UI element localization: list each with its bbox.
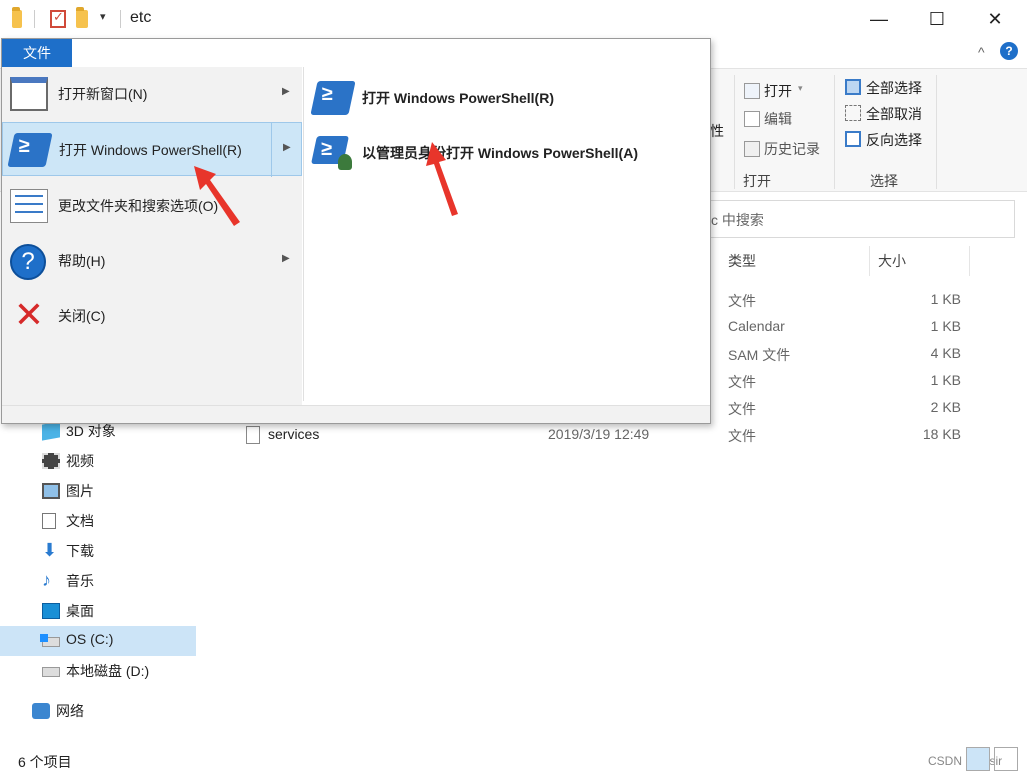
- file-icon: [246, 426, 260, 444]
- status-item-count: 6 个项目: [18, 754, 72, 770]
- customize-toolbar-icon[interactable]: ▾: [100, 10, 106, 23]
- nav-item-documents[interactable]: 文档: [0, 506, 196, 536]
- annotation-arrow-2: [426, 142, 458, 216]
- invert-selection-button[interactable]: 反向选择: [866, 130, 922, 150]
- edit-button[interactable]: 编辑: [764, 109, 792, 129]
- chevron-down-icon[interactable]: ▾: [798, 83, 803, 94]
- file-menu-footer: [2, 405, 710, 423]
- divider: [34, 10, 35, 28]
- chevron-right-icon: ▶: [282, 253, 290, 264]
- file-date: 2019/3/19 12:49: [548, 426, 650, 442]
- file-type: SAM 文件: [728, 347, 791, 363]
- menu-item-open-powershell-sub[interactable]: 打开 Windows PowerShell(R): [304, 71, 709, 125]
- file-size: 4 KB: [930, 345, 961, 361]
- tab-file[interactable]: 文件: [2, 39, 72, 67]
- search-placeholder: c 中搜索: [711, 212, 764, 228]
- file-type: 文件: [728, 293, 756, 309]
- file-name[interactable]: services: [268, 426, 319, 442]
- file-size: 18 KB: [922, 426, 961, 442]
- drive-icon: [42, 667, 60, 677]
- divider: [834, 75, 835, 189]
- new-folder-icon[interactable]: [76, 7, 88, 28]
- help-icon[interactable]: ?: [1000, 42, 1018, 60]
- help-icon: ?: [10, 244, 46, 280]
- edit-icon: [744, 111, 760, 127]
- details-view-button[interactable]: [966, 747, 990, 771]
- document-icon: [42, 513, 56, 529]
- file-menu: 文件 打开新窗口(N) ▶ 打开 Windows PowerShell(R) ▶…: [1, 38, 711, 424]
- window-icon: [10, 77, 48, 111]
- chevron-right-icon: ▶: [282, 86, 290, 97]
- close-x-icon: ✕: [13, 294, 45, 335]
- maximize-button[interactable]: ☐: [908, 0, 966, 38]
- menu-item-folder-options[interactable]: 更改文件夹和搜索选项(O): [2, 179, 302, 233]
- nav-item-os-c[interactable]: OS (C:): [0, 626, 196, 656]
- select-all-button[interactable]: 全部选择: [866, 78, 922, 98]
- file-type: 文件: [728, 401, 756, 417]
- history-icon: [744, 141, 760, 157]
- divider: [734, 75, 735, 189]
- search-input[interactable]: c 中搜索: [700, 200, 1015, 238]
- window-title: etc: [130, 9, 152, 26]
- column-header-size[interactable]: 大小: [870, 246, 970, 276]
- menu-item-open-powershell[interactable]: 打开 Windows PowerShell(R) ▶: [2, 122, 302, 177]
- network-icon: [32, 703, 50, 719]
- menu-item-close[interactable]: ✕ 关闭(C): [2, 289, 302, 343]
- select-group-label: 选择: [870, 173, 898, 189]
- cube-icon: [42, 421, 60, 441]
- music-note-icon: ♪: [42, 570, 51, 590]
- nav-item-local-disk-d[interactable]: 本地磁盘 (D:): [0, 656, 196, 686]
- file-size: 1 KB: [930, 318, 961, 334]
- properties-label-partial[interactable]: 性: [710, 121, 724, 141]
- history-button[interactable]: 历史记录: [764, 139, 820, 159]
- divider: [936, 75, 937, 189]
- nav-item-pictures[interactable]: 图片: [0, 476, 196, 506]
- divider: [120, 10, 121, 28]
- file-menu-left-pane: 打开新窗口(N) ▶ 打开 Windows PowerShell(R) ▶ 更改…: [2, 67, 302, 405]
- nav-item-videos[interactable]: 视频: [0, 446, 196, 476]
- menu-item-help[interactable]: ? 帮助(H) ▶: [2, 234, 302, 288]
- properties-icon[interactable]: [50, 9, 66, 28]
- file-size: 2 KB: [930, 399, 961, 415]
- nav-item-desktop[interactable]: 桌面: [0, 596, 196, 626]
- invert-selection-icon: [845, 131, 861, 147]
- nav-item-network[interactable]: 网络: [0, 696, 196, 726]
- folder-icon: [12, 7, 22, 28]
- open-group-label: 打开: [743, 173, 771, 189]
- nav-item-music[interactable]: ♪ 音乐: [0, 566, 196, 596]
- close-button[interactable]: ✕: [966, 0, 1024, 38]
- windows-logo-icon: [40, 634, 48, 642]
- file-size: 1 KB: [930, 372, 961, 388]
- file-type: Calendar: [728, 318, 785, 334]
- download-arrow-icon: ⬇: [42, 540, 58, 560]
- admin-user-icon: [338, 154, 352, 170]
- open-icon: [744, 83, 760, 99]
- film-icon: [42, 453, 60, 469]
- chevron-right-icon: ▶: [283, 142, 291, 153]
- open-button[interactable]: 打开: [764, 81, 792, 101]
- file-type: 文件: [728, 374, 756, 390]
- annotation-arrow-1: [194, 166, 240, 226]
- collapse-ribbon-icon[interactable]: ^: [978, 44, 985, 60]
- picture-icon: [42, 483, 60, 499]
- large-icons-view-button[interactable]: [994, 747, 1018, 771]
- minimize-button[interactable]: —: [850, 0, 908, 38]
- select-none-icon: [845, 105, 861, 121]
- file-type: 文件: [728, 428, 756, 444]
- select-none-button[interactable]: 全部取消: [866, 104, 922, 124]
- nav-item-downloads[interactable]: ⬇ 下载: [0, 536, 196, 566]
- menu-item-new-window[interactable]: 打开新窗口(N) ▶: [2, 67, 302, 121]
- select-all-icon: [845, 79, 861, 95]
- menu-item-open-powershell-admin[interactable]: 以管理员身份打开 Windows PowerShell(A): [304, 126, 709, 180]
- powershell-icon: [7, 133, 53, 167]
- file-size: 1 KB: [930, 291, 961, 307]
- powershell-icon: [310, 81, 356, 115]
- options-checklist-icon: [10, 189, 48, 223]
- desktop-icon: [42, 603, 60, 619]
- title-bar: ▾ etc — ☐ ✕: [0, 0, 1027, 38]
- column-header-type[interactable]: 类型: [720, 246, 870, 276]
- file-menu-right-pane: 打开 Windows PowerShell(R) 以管理员身份打开 Window…: [303, 67, 710, 401]
